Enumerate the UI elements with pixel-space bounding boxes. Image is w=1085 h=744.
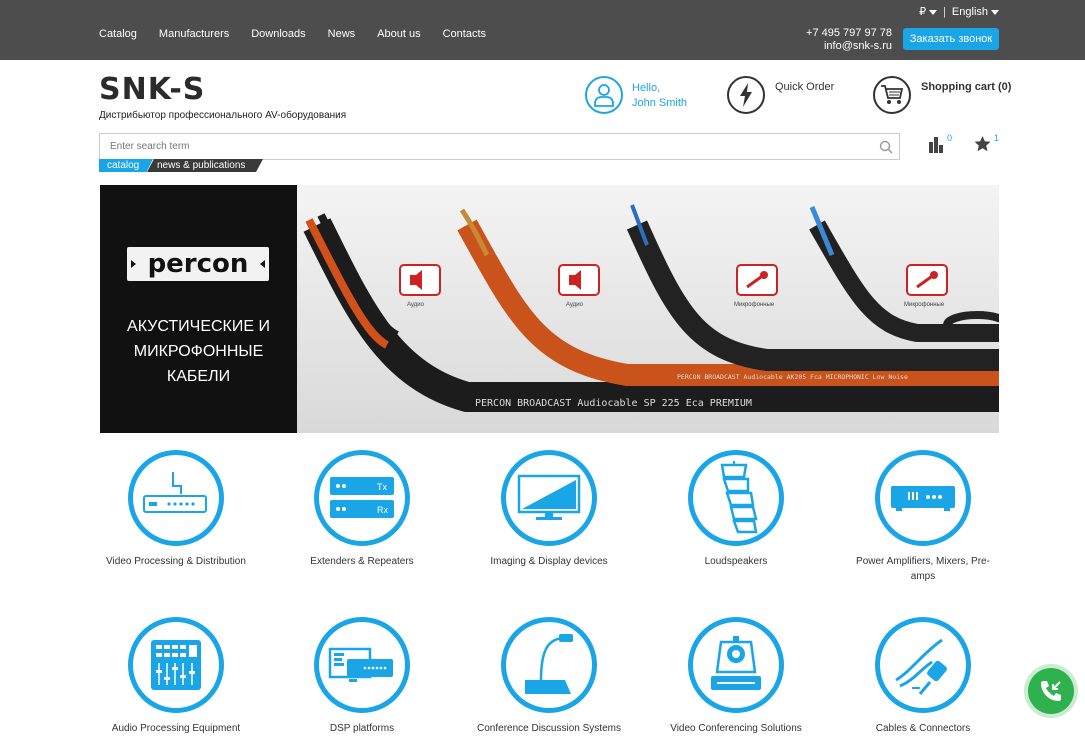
site-logo[interactable]: SNK-S [99, 74, 205, 106]
badge-label: Аудио [566, 302, 584, 308]
category-label: Video Conferencing Solutions [670, 723, 802, 734]
cart-label[interactable]: Shopping cart (0) [921, 81, 1011, 93]
tagline: Дистрибьютор профессионального AV-оборуд… [99, 110, 347, 121]
loudspeaker-icon [720, 461, 758, 534]
category-label: Audio Processing Equipment [111, 723, 241, 734]
nav-catalog[interactable]: Catalog [99, 28, 137, 40]
cart-button[interactable] [873, 76, 911, 114]
chevron-down-icon [929, 10, 938, 15]
nav-about[interactable]: About us [377, 28, 420, 40]
nav-downloads[interactable]: Downloads [251, 28, 305, 40]
category-conference[interactable]: Conference Discussion Systems [474, 617, 624, 736]
email-link[interactable]: info@snk-s.ru [806, 40, 892, 53]
category-audio-processing[interactable]: Audio Processing Equipment [101, 617, 251, 736]
top-nav: Catalog Manufacturers Downloads News Abo… [99, 28, 508, 40]
category-loudspeakers[interactable]: Loudspeakers [661, 450, 811, 569]
lightning-icon [740, 83, 752, 107]
quick-order-label[interactable]: Quick Order [775, 81, 834, 93]
video-processing-icon [143, 472, 207, 513]
cart-icon [881, 85, 904, 104]
top-bar: Catalog Manufacturers Downloads News Abo… [0, 0, 1085, 60]
dsp-icon [328, 647, 393, 682]
category-label: Power Amplifiers, Mixers, Pre-amps [856, 556, 990, 582]
category-label: Loudspeakers [704, 556, 768, 567]
favorites-count: 1 [994, 133, 1000, 143]
category-video-conferencing[interactable]: Video Conferencing Solutions [661, 617, 811, 736]
category-dsp[interactable]: DSP platforms [287, 617, 437, 736]
ptz-camera-icon [711, 636, 761, 690]
callback-fab[interactable] [1028, 668, 1074, 714]
compare-count: 0 [947, 133, 953, 143]
category-extenders[interactable]: Tx Rx Extenders & Repeaters [287, 450, 437, 569]
banner-text-panel: percon АКУСТИЧЕСКИЕ И МИКРОФОННЫЕ КАБЕЛИ [100, 185, 297, 433]
cables-image: Аудио Аудио Микрофонные Микрофонные PERC… [297, 185, 999, 433]
category-cables[interactable]: Cables & Connectors [848, 617, 998, 736]
category-label: DSP platforms [329, 723, 395, 734]
logo-text: SNK-S [99, 72, 206, 107]
category-label: Conference Discussion Systems [477, 723, 621, 734]
contact-info: +7 495 797 97 78 info@snk-s.ru [806, 27, 892, 53]
user-icon [594, 84, 614, 107]
search-bar [99, 133, 900, 160]
compare-icon[interactable] [928, 136, 944, 153]
svg-text:Rx: Rx [377, 505, 388, 515]
microphone-icon [525, 634, 573, 694]
divider: | [943, 5, 946, 18]
banner-headline: АКУСТИЧЕСКИЕ И МИКРОФОННЫЕ КАБЕЛИ [127, 318, 270, 385]
quick-order-button[interactable] [727, 76, 765, 114]
badge-label: Микрофонные [734, 302, 775, 308]
search-input[interactable] [100, 134, 870, 159]
category-label: Video Processing & Distribution [106, 556, 246, 567]
cable2-label: PERCON BROADCAST Audiocable AK205 Fca MI… [677, 373, 908, 381]
svg-text:Tx: Tx [377, 482, 387, 492]
cable1-label: PERCON BROADCAST Audiocable SP 225 Eca P… [475, 398, 752, 409]
category-label: Imaging & Display devices [490, 556, 608, 567]
cable-icon [895, 638, 947, 695]
nav-contacts[interactable]: Contacts [443, 28, 486, 40]
callback-button[interactable]: Заказать звонок [903, 28, 999, 50]
category-video-processing[interactable]: Video Processing & Distribution [101, 450, 251, 569]
percon-logo: percon [127, 247, 269, 281]
star-icon[interactable] [974, 136, 991, 152]
search-icon[interactable] [879, 140, 893, 154]
user-button[interactable] [585, 76, 623, 114]
tab-catalog[interactable]: catalog [99, 159, 153, 172]
promo-banner[interactable]: percon АКУСТИЧЕСКИЕ И МИКРОФОННЫЕ КАБЕЛИ [100, 185, 999, 433]
chevron-down-icon [991, 9, 999, 15]
display-icon [517, 474, 581, 520]
category-label: Cables & Connectors [875, 723, 971, 734]
amplifier-icon [891, 486, 955, 511]
currency-language: ₽ | English [919, 5, 999, 18]
category-display[interactable]: Imaging & Display devices [474, 450, 624, 569]
language-select[interactable]: English [952, 6, 999, 18]
phone-icon [1041, 681, 1061, 701]
user-greeting[interactable]: Hello, John Smith [632, 81, 687, 111]
tab-news-publications[interactable]: news & publications [147, 159, 263, 172]
audio-mixer-icon [151, 640, 201, 690]
category-amplifiers[interactable]: Power Amplifiers, Mixers, Pre-amps [848, 450, 998, 584]
badge-label: Аудио [407, 302, 425, 308]
nav-manufacturers[interactable]: Manufacturers [159, 28, 229, 40]
nav-news[interactable]: News [328, 28, 356, 40]
phone-number[interactable]: +7 495 797 97 78 [806, 27, 892, 40]
extenders-icon: Tx Rx [330, 477, 394, 518]
currency-select[interactable]: ₽ [919, 5, 938, 18]
badge-label: Микрофонные [904, 302, 945, 308]
category-label: Extenders & Repeaters [310, 556, 414, 567]
